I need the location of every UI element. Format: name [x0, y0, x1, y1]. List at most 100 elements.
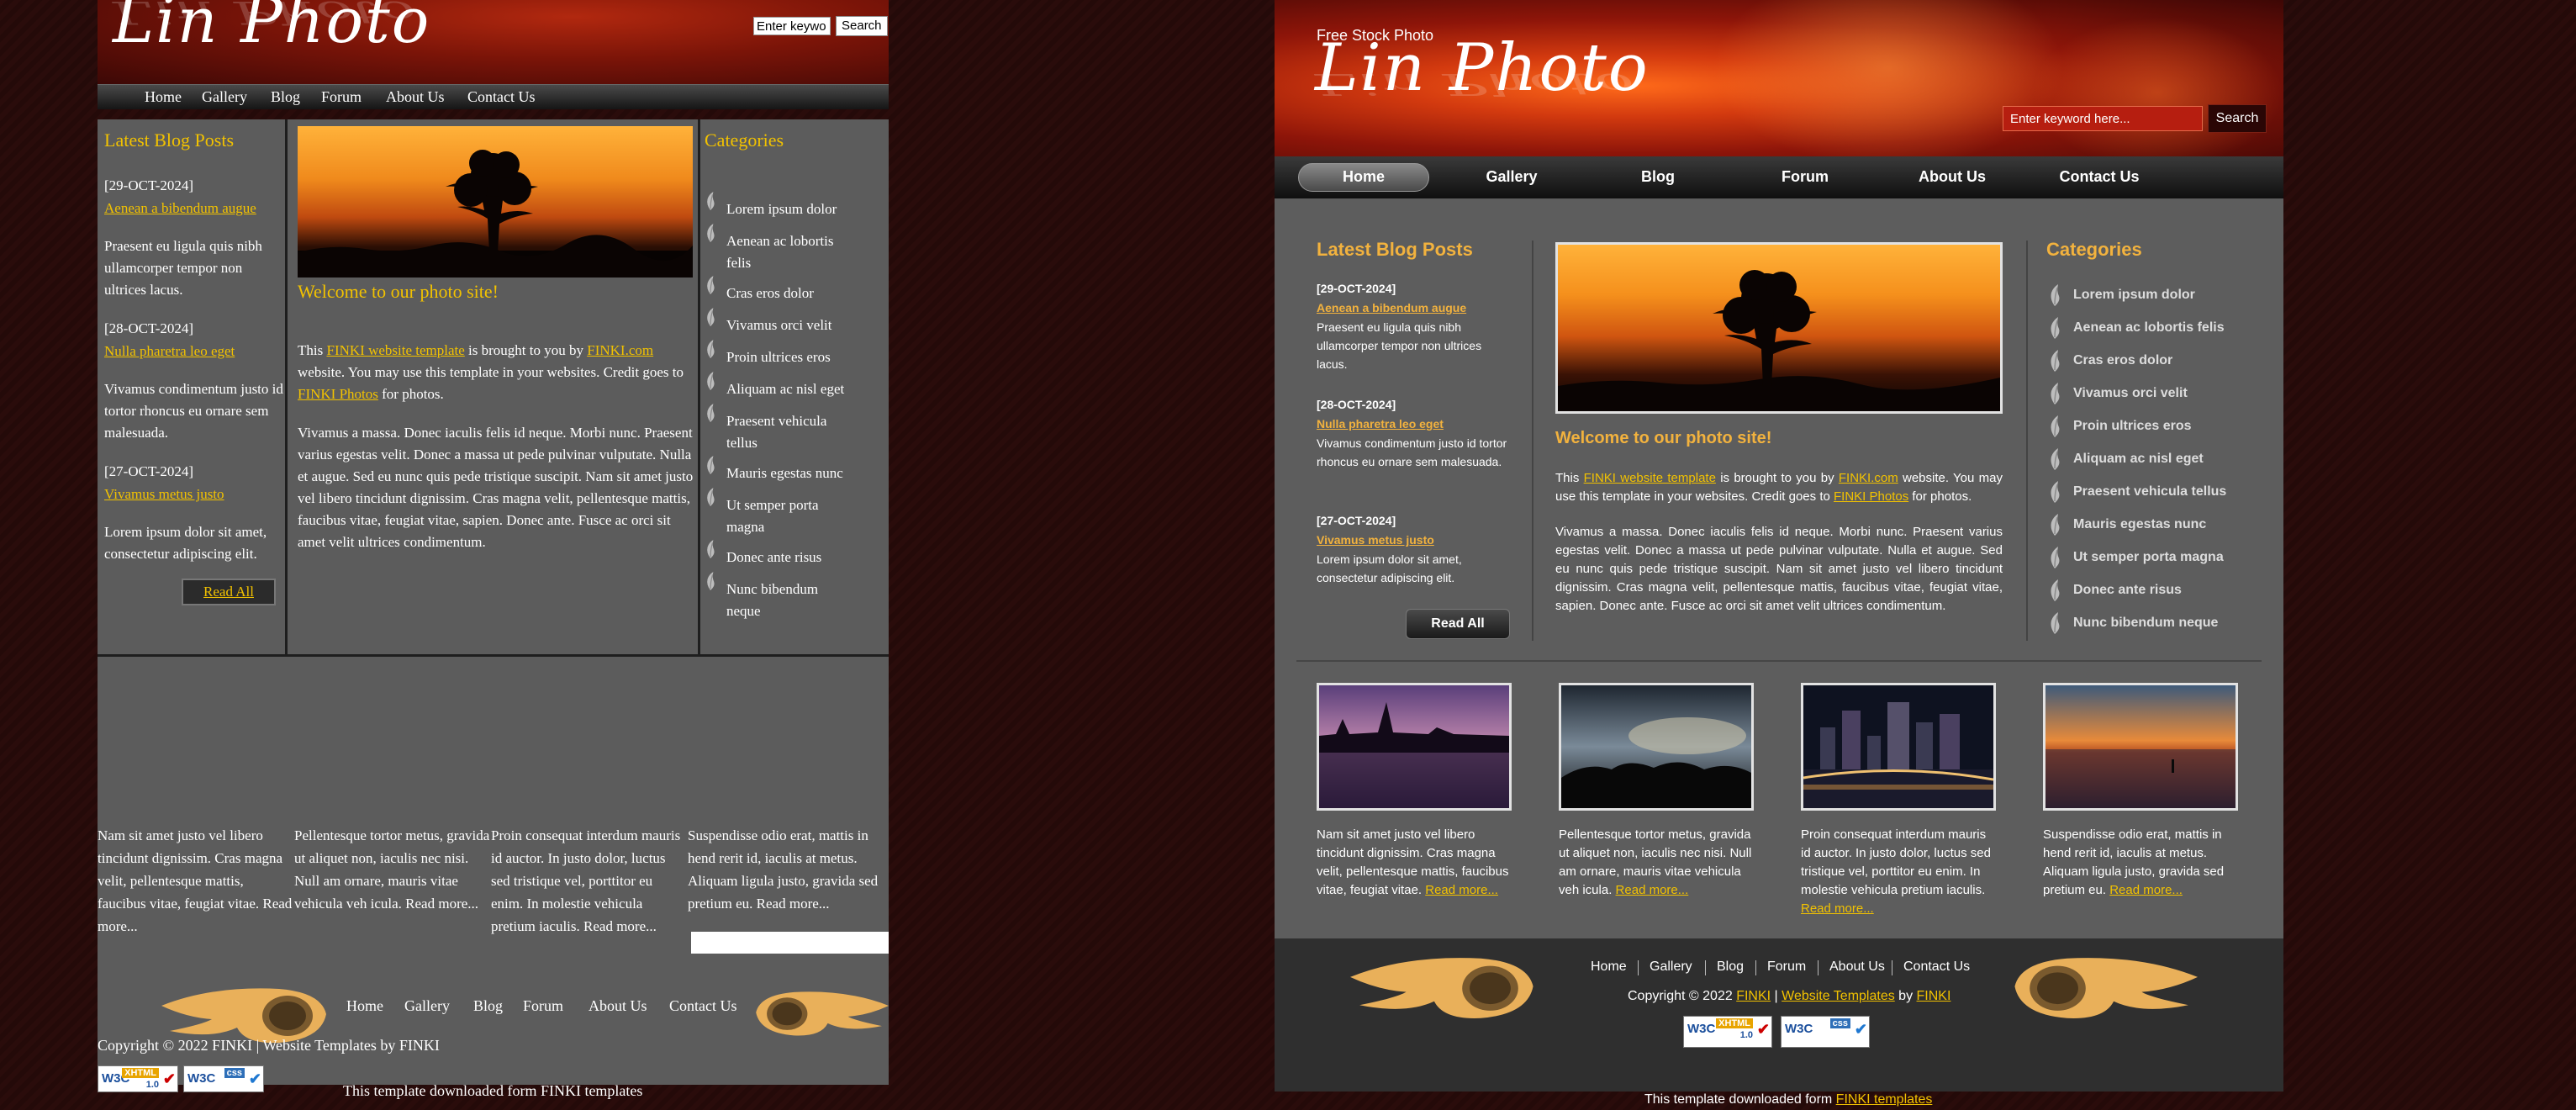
finki-link[interactable]: FINKI: [1917, 989, 1951, 1003]
nav-item-blog[interactable]: Blog: [1641, 168, 1675, 186]
category-item[interactable]: Ut semper porta magna: [2073, 550, 2224, 565]
category-item[interactable]: Nunc bibendum neque: [726, 579, 853, 622]
finki-templates-link[interactable]: FINKI templates: [1836, 1092, 1933, 1107]
category-item[interactable]: Donec ante risus: [2073, 583, 2182, 598]
gallery-thumb[interactable]: [1801, 683, 1996, 811]
gallery-thumb[interactable]: [1317, 683, 1512, 811]
read-more-link[interactable]: Read more...: [1425, 883, 1498, 897]
gallery-caption: Pellentesque tortor metus, gravida ut al…: [294, 824, 491, 915]
category-item[interactable]: Mauris egestas nunc: [726, 462, 878, 484]
read-more-link[interactable]: Read more...: [2109, 883, 2183, 897]
footer-link-forum[interactable]: Forum: [523, 997, 563, 1015]
category-item[interactable]: Praesent vehicula tellus: [726, 410, 853, 454]
category-item[interactable]: Vivamus orci velit: [726, 314, 878, 336]
footer-link-about-us[interactable]: About Us: [589, 997, 647, 1015]
read-more-link[interactable]: Read more...: [405, 896, 478, 912]
footer-link-blog[interactable]: Blog: [473, 997, 503, 1015]
category-item[interactable]: Lorem ipsum dolor: [726, 198, 878, 220]
css-badge[interactable]: W3C css ✔: [183, 1065, 264, 1092]
category-item[interactable]: Cras eros dolor: [726, 283, 878, 304]
xhtml-badge[interactable]: W3C XHTML 1.0 ✔: [1683, 1016, 1772, 1048]
category-item[interactable]: Aenean ac lobortis felis: [2073, 320, 2225, 336]
post-title-link[interactable]: Vivamus metus justo: [1317, 531, 1434, 549]
nav-item-gallery[interactable]: Gallery: [1486, 168, 1537, 186]
nav-item-contact-us[interactable]: Contact Us: [467, 88, 536, 106]
finki-com-link[interactable]: FINKI.com: [1839, 471, 1898, 485]
nav-item-home[interactable]: Home: [145, 88, 182, 106]
search-input[interactable]: Enter keywo: [753, 17, 831, 35]
check-icon: ✔: [248, 1070, 261, 1087]
copyright-text: |: [1771, 989, 1782, 1003]
footer-link-contact-us[interactable]: Contact Us: [1903, 959, 1970, 975]
footer-link-home[interactable]: Home: [1591, 959, 1627, 975]
category-item[interactable]: Aenean ac lobortis felis: [726, 230, 853, 274]
search-button[interactable]: Search: [836, 16, 888, 36]
footer-link-contact-us[interactable]: Contact Us: [669, 997, 737, 1015]
gallery-thumb[interactable]: [1559, 683, 1754, 811]
flame-emblem-icon: [2014, 958, 2198, 1018]
finki-photos-link[interactable]: FINKI Photos: [1834, 489, 1908, 504]
read-more-link[interactable]: Read more...: [1616, 883, 1689, 897]
finki-template-link[interactable]: FINKI website template: [326, 342, 464, 358]
nav-item-gallery[interactable]: Gallery: [202, 88, 247, 106]
footer-link-home[interactable]: Home: [346, 997, 383, 1015]
finki-photos-link[interactable]: FINKI Photos: [298, 386, 378, 402]
leaf-icon: [705, 224, 716, 242]
logo-reflection: Lin Photo: [1315, 66, 1634, 102]
post-date: [29-OCT-2024]: [1317, 282, 1396, 295]
finki-com-link[interactable]: FINKI.com: [587, 342, 653, 358]
finki-template-link[interactable]: FINKI website template: [1584, 471, 1716, 485]
nav-item-home[interactable]: Home: [1343, 168, 1385, 186]
footer-link-gallery[interactable]: Gallery: [404, 997, 450, 1015]
post-title-link[interactable]: Nulla pharetra leo eget: [104, 341, 235, 362]
copyright-text: by: [1894, 989, 1917, 1003]
nav-item-forum[interactable]: Forum: [1782, 168, 1829, 186]
finki-link[interactable]: FINKI: [1736, 989, 1771, 1003]
footer-link-blog[interactable]: Blog: [1717, 959, 1744, 975]
category-item[interactable]: Ut semper porta magna: [726, 494, 853, 538]
leaf-icon: [2048, 514, 2061, 536]
post-date: [28-OCT-2024]: [104, 320, 194, 336]
flame-emblem-icon: [756, 991, 889, 1036]
read-all-button[interactable]: Read All: [1406, 609, 1510, 639]
post-title-link[interactable]: Vivamus metus justo: [104, 484, 224, 505]
post-title-link[interactable]: Aenean a bibendum augue: [1317, 299, 1466, 317]
footer-link-about-us[interactable]: About Us: [1829, 959, 1885, 975]
main-nav: Home Gallery Blog Forum About Us Contact…: [1275, 156, 2283, 198]
category-item[interactable]: Aliquam ac nisl eget: [726, 378, 878, 400]
search-button[interactable]: Search: [2208, 104, 2267, 133]
post-title-link[interactable]: Aenean a bibendum augue: [104, 198, 256, 219]
welcome-intro: This FINKI website template is brought t…: [298, 340, 694, 405]
read-more-link[interactable]: Read more...: [757, 896, 830, 912]
footer-link-gallery[interactable]: Gallery: [1650, 959, 1692, 975]
category-item[interactable]: Donec ante risus: [726, 547, 878, 568]
category-item[interactable]: Lorem ipsum dolor: [2073, 288, 2195, 303]
website-templates-link[interactable]: Website Templates: [1782, 989, 1895, 1003]
post-title-link[interactable]: Nulla pharetra leo eget: [1317, 415, 1444, 433]
category-item[interactable]: Vivamus orci velit: [2073, 386, 2188, 401]
nav-item-about-us[interactable]: About Us: [386, 88, 445, 106]
gallery-thumb[interactable]: [2043, 683, 2238, 811]
category-item[interactable]: Praesent vehicula tellus: [2073, 484, 2226, 500]
category-item[interactable]: Mauris egestas nunc: [2073, 517, 2206, 532]
category-item[interactable]: Cras eros dolor: [2073, 353, 2172, 368]
nav-item-about-us[interactable]: About Us: [1919, 168, 1986, 186]
category-item[interactable]: Nunc bibendum neque: [2073, 616, 2218, 631]
css-badge[interactable]: W3C css ✔: [1781, 1016, 1870, 1048]
search-input[interactable]: Enter keyword here...: [2003, 106, 2203, 131]
xhtml-badge[interactable]: W3C XHTML 1.0 ✔: [98, 1065, 178, 1092]
category-item[interactable]: Proin ultrices eros: [726, 346, 878, 368]
category-item[interactable]: Proin ultrices eros: [2073, 419, 2192, 434]
xhtml-version: 1.0: [145, 1080, 159, 1090]
category-item[interactable]: Aliquam ac nisl eget: [2073, 452, 2204, 467]
w3c-label: W3C: [1785, 1022, 1813, 1036]
nav-item-contact-us[interactable]: Contact Us: [2059, 168, 2139, 186]
nav-item-blog[interactable]: Blog: [271, 88, 300, 106]
read-all-button[interactable]: Read All: [182, 579, 276, 605]
header-flame: [1712, 0, 2065, 156]
nav-item-forum[interactable]: Forum: [321, 88, 362, 106]
w3c-label: W3C: [187, 1071, 216, 1086]
read-more-link[interactable]: Read more...: [583, 918, 657, 934]
read-more-link[interactable]: Read more...: [1801, 901, 1874, 916]
footer-link-forum[interactable]: Forum: [1767, 959, 1806, 975]
